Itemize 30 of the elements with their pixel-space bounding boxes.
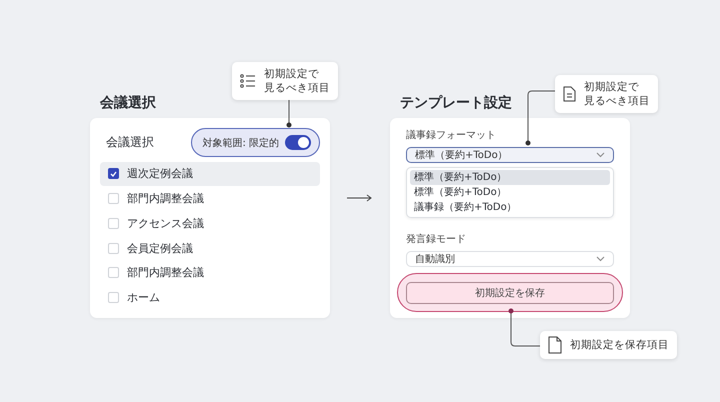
callout-text: 初期設定で bbox=[264, 67, 319, 81]
chevron-down-icon bbox=[596, 256, 605, 262]
leader-line bbox=[526, 90, 556, 146]
field-label: 発言録モード bbox=[406, 232, 467, 246]
meeting-item[interactable]: アクセンス会議 bbox=[100, 211, 320, 236]
meeting-item[interactable]: 部門内調整会議 bbox=[100, 260, 320, 286]
field-label: 議事録フォーマット bbox=[406, 128, 497, 142]
callout-text: 見るべき項目 bbox=[264, 81, 330, 95]
meeting-item[interactable]: ホーム bbox=[100, 285, 320, 310]
panel-title: テンプレート設定 bbox=[399, 94, 512, 113]
meeting-item[interactable]: 会員定例会議 bbox=[100, 236, 320, 261]
mode-select[interactable]: 自動識別 bbox=[406, 251, 614, 267]
card-label: 会議選択 bbox=[106, 134, 154, 152]
arrow-icon bbox=[347, 194, 373, 202]
dropdown-option[interactable]: 標準（要約+ToDo） bbox=[410, 170, 610, 185]
leader-line bbox=[508, 308, 540, 346]
scope-toggle[interactable]: 対象範囲: 限定的 bbox=[196, 133, 315, 152]
panel-title: 会議選択 bbox=[99, 94, 156, 113]
list-icon bbox=[240, 74, 256, 88]
meeting-item[interactable]: 週次定例会議 bbox=[100, 162, 320, 186]
chevron-down-icon bbox=[596, 152, 605, 158]
callout-text: 見るべき項目 bbox=[584, 94, 650, 108]
callout-text: 初期設定を保存項目 bbox=[570, 338, 669, 352]
meeting-item[interactable]: 部門内調整会議 bbox=[100, 186, 320, 212]
format-select[interactable]: 標準（要約+ToDo） bbox=[406, 147, 614, 163]
document-icon bbox=[563, 86, 576, 102]
checkbox[interactable] bbox=[108, 168, 119, 180]
save-button[interactable]: 初期設定を保存 bbox=[406, 282, 614, 304]
page-icon bbox=[548, 336, 562, 354]
callout-text: 初期設定で bbox=[584, 80, 639, 94]
